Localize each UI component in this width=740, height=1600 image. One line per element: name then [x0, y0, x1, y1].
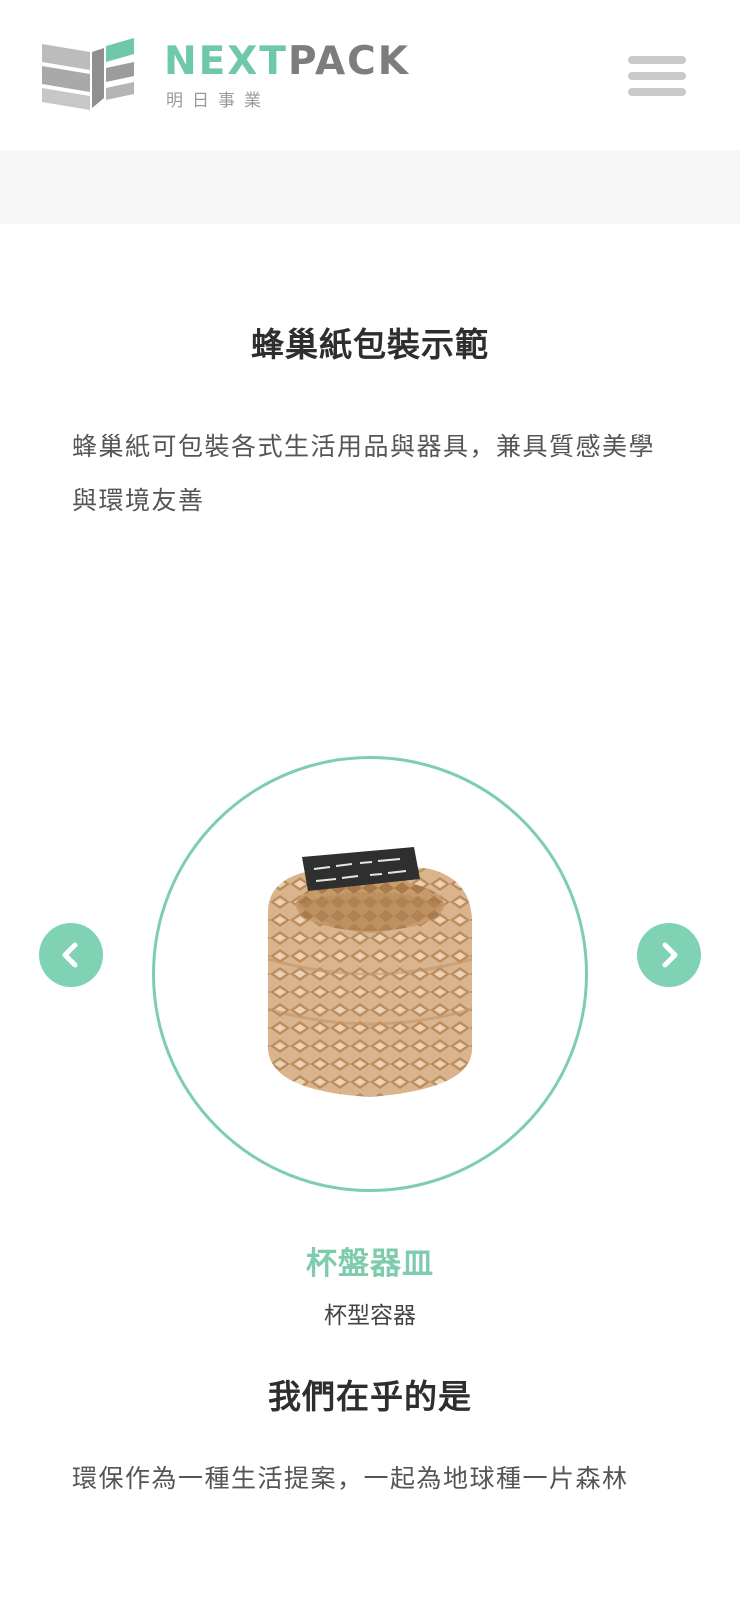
chevron-right-icon [662, 942, 678, 968]
hamburger-icon-bar [628, 88, 686, 96]
logo-mark-icon [42, 38, 134, 110]
logo-subtitle: 明日事業 [166, 91, 270, 111]
logo-wordmark: NEXTPACK [164, 40, 410, 84]
logo-word-pack: PACK [287, 39, 410, 84]
carousel-next-button[interactable] [637, 923, 701, 987]
carousel-prev-button[interactable] [39, 923, 103, 987]
nextpack-logo[interactable]: NEXTPACK 明日事業 [42, 36, 422, 116]
demo-section-title: 蜂巢紙包裝示範 [251, 325, 489, 364]
hamburger-icon-bar [628, 72, 686, 80]
slide-subtitle: 杯型容器 [324, 1303, 416, 1329]
product-carousel [0, 750, 740, 1200]
demo-section-description: 蜂巢紙可包裝各式生活用品與器具，兼具質感美學與環境友善 [72, 432, 656, 515]
chevron-left-icon [62, 942, 78, 968]
slide-image-frame[interactable] [152, 756, 588, 1192]
honeycomb-paper-cup-wrap-image [267, 847, 473, 1097]
hamburger-icon-bar [628, 56, 686, 64]
logo-word-next: NEXT [164, 39, 288, 84]
hamburger-menu-button[interactable] [628, 54, 688, 98]
care-section-title: 我們在乎的是 [268, 1377, 472, 1416]
slide-title: 杯盤器皿 [306, 1246, 434, 1282]
site-header: NEXTPACK 明日事業 [0, 0, 740, 150]
care-section-description: 環保作為一種生活提案，一起為地球種一片森林 [72, 1464, 629, 1493]
header-divider-band [0, 150, 740, 224]
